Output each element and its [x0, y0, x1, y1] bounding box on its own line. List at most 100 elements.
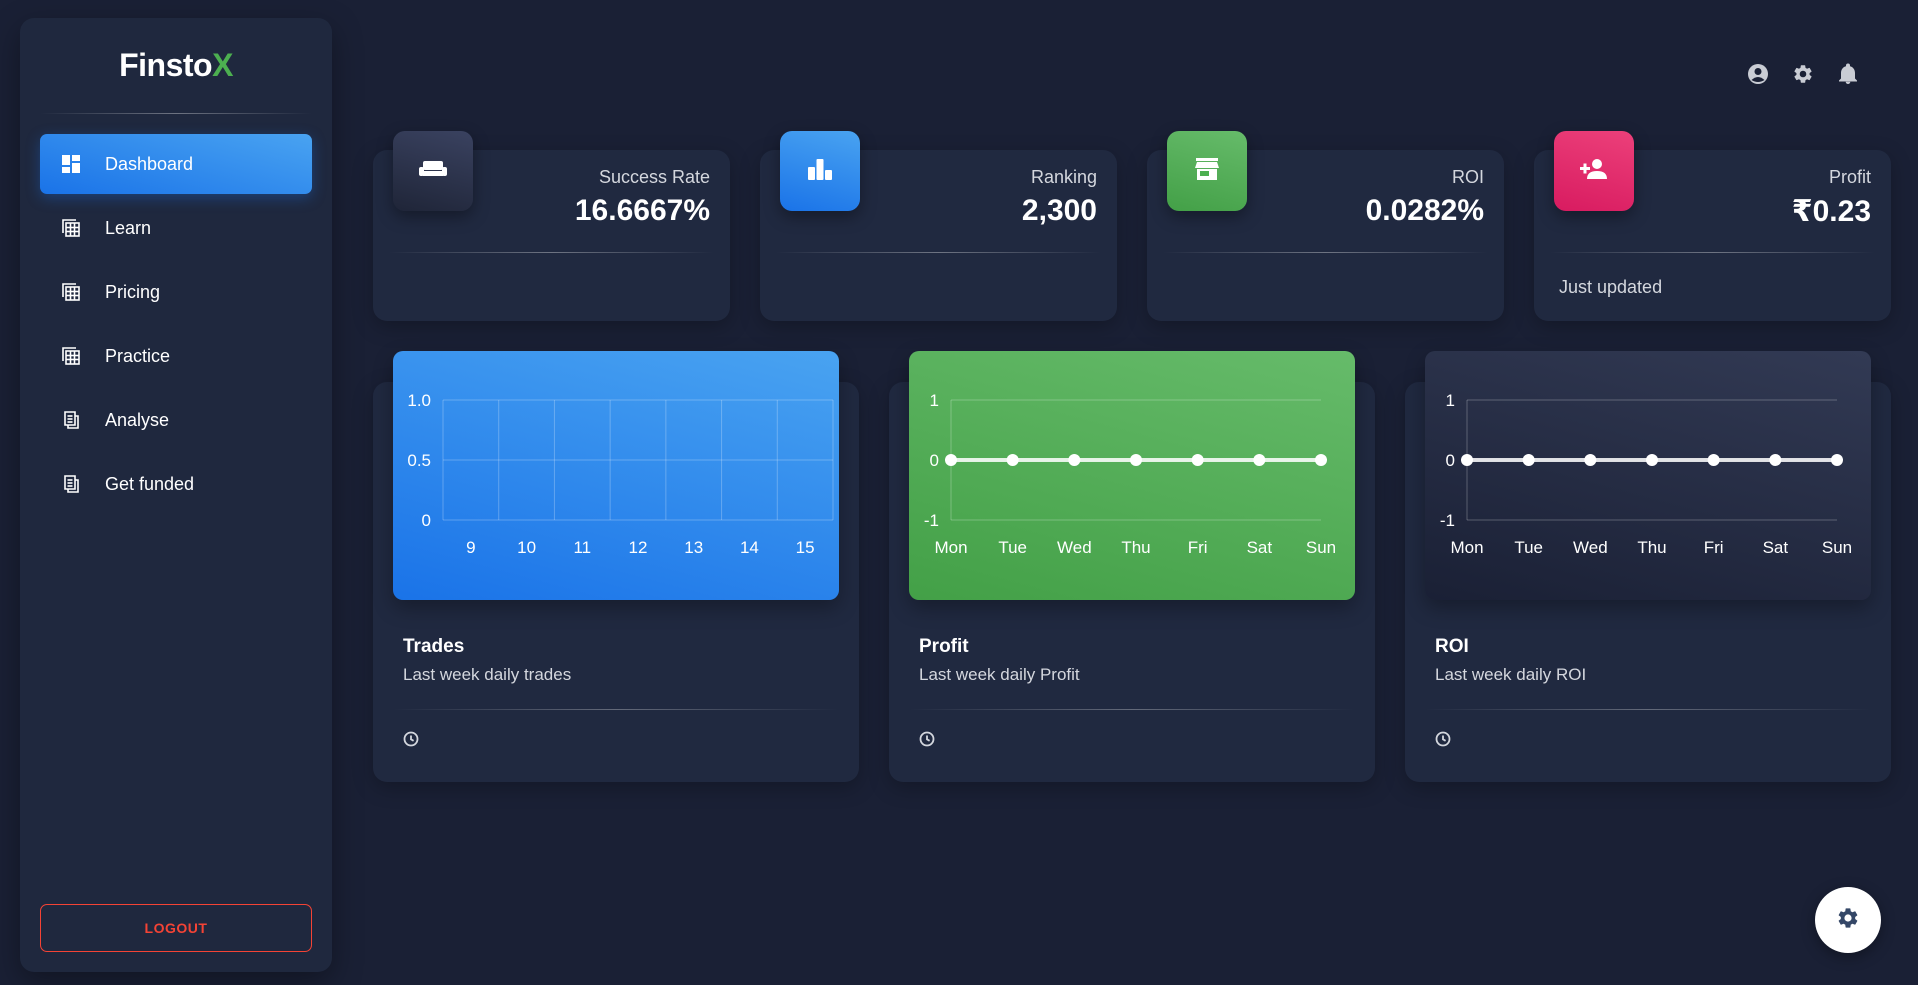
chart-title: Trades	[403, 636, 465, 657]
chart-subtitle: Last week daily Profit	[919, 665, 1080, 684]
leaderboard-icon	[807, 158, 833, 185]
x-tick-label: Wed	[1573, 538, 1608, 557]
dashboard-icon	[60, 153, 82, 175]
clock-icon	[403, 731, 419, 747]
x-tick-label: Fri	[1188, 538, 1208, 557]
x-tick-label: Sun	[1822, 538, 1852, 557]
data-point	[1831, 454, 1843, 466]
data-point	[1191, 454, 1204, 466]
stat-value: 0.0282%	[1365, 194, 1484, 227]
chart-divider	[1425, 709, 1871, 710]
x-tick-label: 10	[517, 538, 536, 557]
settings-icon[interactable]	[1791, 62, 1815, 86]
stat-label: Success Rate	[598, 167, 710, 187]
data-point	[1006, 454, 1019, 466]
stat-value: 16.6667%	[574, 194, 710, 227]
chart-panel-trades: 0 0.5 1.0 9 10 11 12 13 14 15	[393, 351, 839, 600]
data-point	[1068, 454, 1081, 466]
weekend-icon	[419, 159, 447, 184]
profit-chart: -1 0 1 Mon Tue Wed Thu Fri Sat Sun	[924, 391, 1336, 557]
y-tick-label: 1.0	[407, 391, 431, 410]
stat-card-roi: ROI 0.0282%	[1147, 131, 1504, 321]
stat-badge	[1167, 131, 1247, 211]
x-tick-label: Sun	[1306, 538, 1336, 557]
data-point	[1707, 454, 1720, 466]
brand-name: Finsto	[119, 47, 213, 83]
x-tick-label: 11	[573, 538, 591, 557]
header-actions	[1746, 62, 1860, 86]
sidebar-item-label: Practice	[105, 345, 171, 366]
x-tick-label: 9	[466, 538, 475, 557]
y-tick-label: 1	[1446, 391, 1455, 410]
account-circle-icon[interactable]	[1746, 62, 1770, 86]
data-point	[1253, 454, 1266, 466]
x-tick-label: Thu	[1637, 538, 1666, 557]
chart-panel-profit: -1 0 1 Mon Tue Wed Thu Fri Sat Sun	[909, 351, 1355, 600]
sidebar-item-label: Dashboard	[105, 153, 194, 174]
y-tick-label: 0	[1446, 451, 1455, 470]
sidebar-item-label: Learn	[105, 217, 152, 238]
stat-footer: Just updated	[1559, 277, 1663, 297]
trades-chart: 0 0.5 1.0 9 10 11 12 13 14 15	[407, 391, 834, 557]
chart-title: ROI	[1435, 636, 1469, 657]
stat-card-ranking: Ranking 2,300	[760, 131, 1117, 321]
stat-value: 2,300	[1021, 194, 1097, 227]
x-tick-label: 14	[740, 538, 759, 557]
brand-name-accent: X	[212, 47, 233, 83]
sidebar-nav: Dashboard Learn Pricing Practice Analyse	[20, 114, 332, 514]
stat-card-profit: Profit ₹0.23 Just updated	[1534, 131, 1891, 321]
y-tick-label: -1	[1440, 511, 1455, 530]
sidebar-item-pricing[interactable]: Pricing	[40, 262, 312, 322]
y-tick-label: -1	[924, 511, 939, 530]
sidebar-item-learn[interactable]: Learn	[40, 198, 312, 258]
chart-divider	[909, 709, 1355, 710]
person-add-icon	[1579, 158, 1609, 185]
x-tick-label: Tue	[1514, 538, 1543, 557]
y-tick-label: 0	[930, 451, 939, 470]
stat-label: ROI	[1451, 167, 1484, 187]
sidebar-item-analyse[interactable]: Analyse	[40, 390, 312, 450]
sidebar-item-label: Pricing	[105, 281, 161, 302]
stat-divider	[776, 252, 1101, 253]
x-tick-label: Fri	[1704, 538, 1724, 557]
data-point	[1315, 454, 1327, 466]
data-point	[945, 454, 957, 466]
clock-icon	[919, 731, 935, 747]
receipt-icon	[60, 409, 82, 431]
x-tick-label: Sat	[1763, 538, 1789, 557]
sidebar-item-get-funded[interactable]: Get funded	[40, 454, 312, 514]
configurator-button[interactable]	[1815, 887, 1881, 953]
stat-divider	[1163, 252, 1488, 253]
x-tick-label: Mon	[934, 538, 967, 557]
data-point	[1769, 454, 1782, 466]
sidebar: FinstoX Dashboard Learn Pricing Practice…	[20, 18, 332, 972]
stat-badge	[1554, 131, 1634, 211]
stat-badge	[780, 131, 860, 211]
x-tick-label: Tue	[998, 538, 1027, 557]
chart-card-profit: -1 0 1 Mon Tue Wed Thu Fri Sat Sun Profit Last we…	[889, 351, 1375, 782]
chart-subtitle: Last week daily ROI	[1435, 665, 1587, 684]
settings-icon	[1836, 906, 1860, 935]
chart-panel-roi: -1 0 1 Mon Tue Wed Thu Fri Sat Sun	[1425, 351, 1871, 600]
sidebar-item-practice[interactable]: Practice	[40, 326, 312, 386]
stat-label: Profit	[1828, 167, 1871, 187]
sidebar-item-label: Get funded	[105, 473, 195, 494]
stat-divider	[1550, 252, 1875, 253]
notifications-icon[interactable]	[1836, 62, 1860, 86]
table-view-icon	[60, 217, 82, 239]
sidebar-item-dashboard[interactable]: Dashboard	[40, 134, 312, 194]
chart-subtitle: Last week daily trades	[403, 665, 572, 684]
chart-divider	[393, 709, 839, 710]
data-point	[1584, 454, 1597, 466]
y-tick-label: 0.5	[407, 451, 431, 470]
table-view-icon	[60, 281, 82, 303]
stat-badge	[393, 131, 473, 211]
logout-button[interactable]: LOGOUT	[40, 904, 312, 952]
x-tick-label: Wed	[1057, 538, 1092, 557]
table-view-icon	[60, 345, 82, 367]
x-tick-label: Thu	[1121, 538, 1150, 557]
brand-logo[interactable]: FinstoX	[20, 18, 332, 113]
data-point	[1130, 454, 1142, 466]
x-tick-label: 13	[684, 538, 703, 557]
stat-divider	[389, 252, 714, 253]
